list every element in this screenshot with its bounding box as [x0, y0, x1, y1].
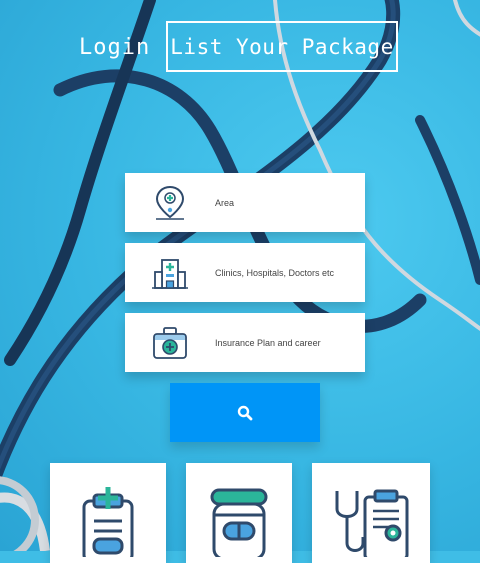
medical-kit-icon [125, 313, 215, 372]
clinics-field[interactable]: Clinics, Hospitals, Doctors etc [125, 243, 365, 302]
list-your-package-button[interactable]: List Your Package [166, 21, 398, 72]
category-card-medicine[interactable] [186, 463, 292, 563]
search-button[interactable] [170, 383, 320, 442]
stethoscope-report-icon [335, 489, 409, 557]
top-navigation: Login List Your Package [0, 21, 480, 75]
area-field-label: Area [215, 197, 235, 208]
clipboard-cross-icon [82, 487, 134, 557]
category-card-clipboard[interactable] [50, 463, 166, 563]
hospital-icon [125, 243, 215, 302]
medicine-jar-icon [210, 488, 268, 557]
insurance-field-label: Insurance Plan and career [215, 337, 321, 348]
clinics-field-label: Clinics, Hospitals, Doctors etc [215, 267, 335, 278]
area-field[interactable]: Area [125, 173, 365, 232]
search-icon [237, 405, 253, 420]
category-card-stethoscope[interactable] [312, 463, 430, 563]
insurance-field[interactable]: Insurance Plan and career [125, 313, 365, 372]
login-link[interactable]: Login [79, 35, 150, 60]
location-pin-icon [125, 173, 215, 232]
